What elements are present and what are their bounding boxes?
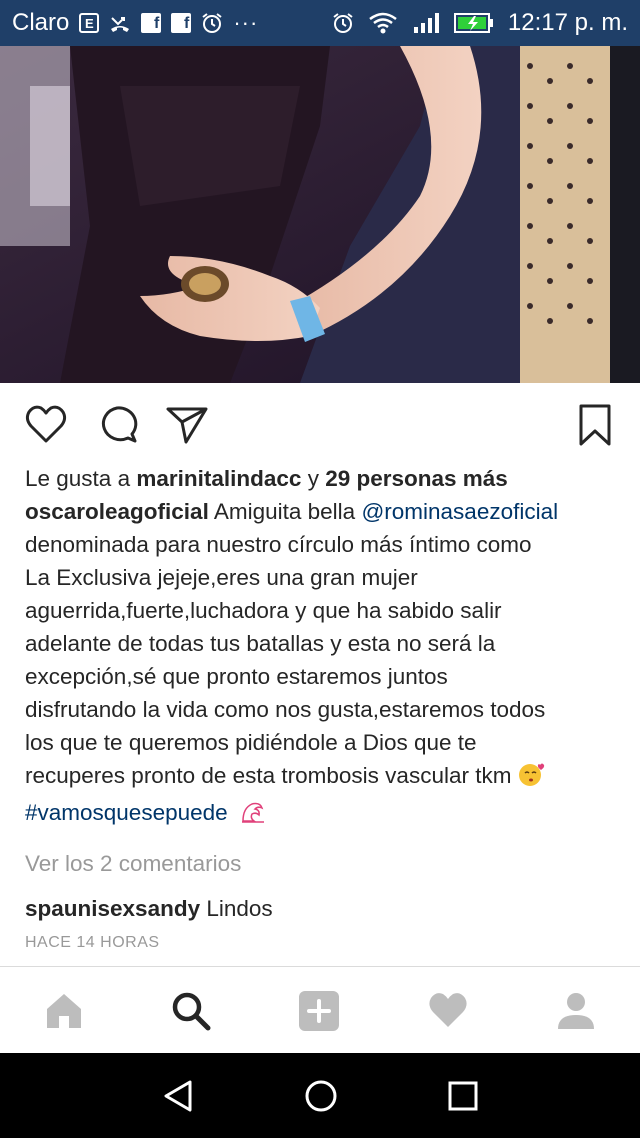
status-bar: Claro E f f ··· 12:17 p. m. [0,0,640,46]
likes-summary[interactable]: Le gusta a marinitalindacc y 29 personas… [25,462,625,495]
caption-line: denominada para nuestro círculo más ínti… [25,532,532,557]
activity-heart-icon[interactable] [426,989,470,1033]
likes-others[interactable]: 29 personas más [325,466,508,491]
signal-icon [412,12,440,34]
home-circle-icon[interactable] [302,1077,340,1115]
bookmark-icon[interactable] [572,402,618,448]
caption-line: los que te queremos pidiéndole a Dios qu… [25,730,477,755]
clock: 12:17 p. m. [507,9,628,36]
heart-outline-icon[interactable] [23,402,69,448]
carrier-label: Claro [12,9,70,36]
caption-line: recuperes pronto de esta trombosis vascu… [25,763,512,788]
post-caption: oscaroleagoficial Amiguita bella @romina… [25,495,625,833]
facebook-icon: f [141,13,162,33]
view-comments-link[interactable]: Ver los 2 comentarios [25,847,625,880]
system-navigation-bar [0,1053,640,1138]
speech-bubble-icon[interactable] [94,402,140,448]
back-icon[interactable] [160,1077,198,1115]
search-icon[interactable] [169,989,213,1033]
battery-charging-icon [453,12,494,34]
caption-intro: Amiguita bella [213,499,356,524]
comment-username[interactable]: spaunisexsandy [25,896,200,921]
caption-author[interactable]: oscaroleagoficial [25,499,209,524]
recents-square-icon[interactable] [444,1077,482,1115]
caption-hashtag[interactable]: #vamosquesepuede [25,800,228,825]
bottom-navigation [0,966,640,1053]
add-post-icon[interactable] [297,989,341,1033]
caption-line: disfrutando la vida como nos gusta,estar… [25,697,546,722]
likes-connector: y [307,466,319,491]
liker-username[interactable]: marinitalindacc [136,466,301,491]
caption-line: adelante de todas tus batallas y esta no… [25,631,496,656]
sim-icon: E [79,13,100,33]
alarm-icon [201,12,223,34]
profile-icon[interactable] [554,989,598,1033]
caption-line: La Exclusiva jejeje,eres una gran mujer [25,565,418,590]
caption-line: excepción,sé que pronto estaremos juntos [25,664,448,689]
wifi-icon [368,12,398,34]
comment-text: Lindos [206,896,273,921]
caption-mention[interactable]: @rominasaezoficial [361,499,558,524]
kissing-face-emoji-icon [518,761,546,796]
alarm-icon-right [332,12,354,34]
wave-emoji-icon [240,800,266,833]
post-photo[interactable] [0,46,640,383]
more-notifications-icon: ··· [233,10,259,35]
comment-row: spaunisexsandy Lindos [25,892,625,925]
post-timestamp: HACE 14 HORAS [25,934,160,951]
missed-call-icon [109,12,131,34]
post-actions [0,398,640,452]
home-icon[interactable] [42,989,86,1033]
post-details: Le gusta a marinitalindacc y 29 personas… [25,462,625,955]
facebook-icon-2: f [171,13,192,33]
likes-prefix: Le gusta a [25,466,131,491]
caption-line: aguerrida,fuerte,luchadora y que ha sabi… [25,598,502,623]
paper-plane-icon[interactable] [164,402,210,448]
